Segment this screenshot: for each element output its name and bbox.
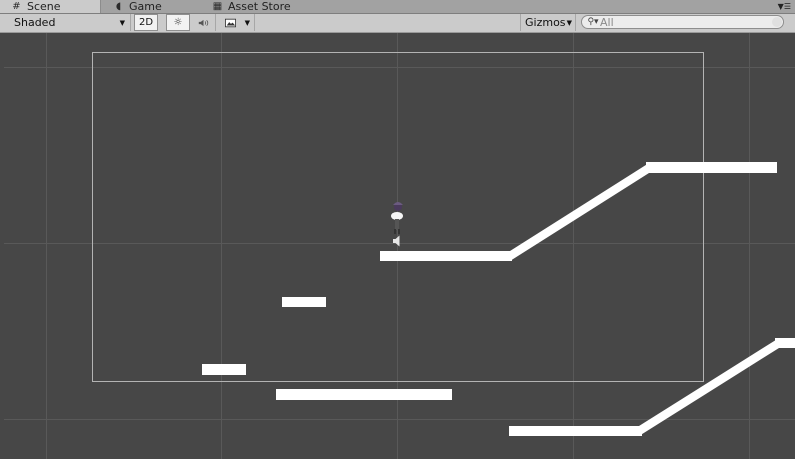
hierarchy-search-field[interactable]: ⚲▾	[581, 15, 784, 29]
image-icon	[225, 17, 236, 28]
game-icon: ◖	[115, 1, 122, 12]
platform-small-1[interactable]	[282, 297, 326, 307]
tab-game[interactable]: ◖ Game	[113, 0, 162, 13]
scene-effects-dropdown[interactable]: ▼	[219, 14, 255, 31]
gizmos-label: Gizmos	[525, 16, 566, 29]
dropdown-arrow-icon: ▼	[244, 18, 250, 27]
store-icon: ▦	[212, 1, 223, 12]
tab-options-menu-icon[interactable]: ▼☰	[778, 0, 791, 13]
sun-icon: ☼	[173, 17, 183, 28]
speaker-icon	[198, 17, 209, 28]
scene-audio-toggle[interactable]	[192, 14, 216, 31]
search-input[interactable]	[600, 16, 770, 28]
tab-bar: # Scene ◖ Game ▦ Asset Store ▼☰	[0, 0, 795, 14]
search-cancel-icon[interactable]	[772, 17, 782, 27]
shading-mode-value: Shaded	[14, 16, 56, 29]
platform-small-2[interactable]	[202, 364, 246, 375]
grid-icon: #	[12, 1, 21, 12]
dropdown-arrow-icon: ▼	[566, 18, 572, 27]
platform-lower[interactable]	[276, 389, 452, 400]
scene-viewport[interactable]	[4, 33, 795, 459]
platform-bottom[interactable]	[509, 426, 642, 436]
platform-bottom-right[interactable]	[775, 338, 795, 348]
tab-asset-store[interactable]: ▦ Asset Store	[212, 0, 291, 13]
search-icon: ⚲▾	[587, 16, 599, 27]
platform-upper-right[interactable]	[646, 162, 777, 173]
scene-lighting-toggle[interactable]: ☼	[166, 14, 190, 31]
platform-middle[interactable]	[380, 251, 512, 261]
shading-mode-dropdown[interactable]: Shaded ▼	[0, 14, 131, 31]
mode-2d-toggle[interactable]: 2D	[134, 14, 158, 31]
tab-scene-label: Scene	[27, 0, 61, 13]
scene-toolbar: Shaded ▼ 2D ☼ ▼ Gizmos ▼ ⚲▾	[0, 14, 795, 33]
gizmos-dropdown[interactable]: Gizmos ▼	[520, 14, 576, 31]
tab-game-label: Game	[129, 0, 162, 13]
tab-asset-store-label: Asset Store	[228, 0, 291, 13]
tab-scene[interactable]: # Scene	[0, 0, 101, 13]
dropdown-arrow-icon: ▼	[119, 18, 125, 27]
